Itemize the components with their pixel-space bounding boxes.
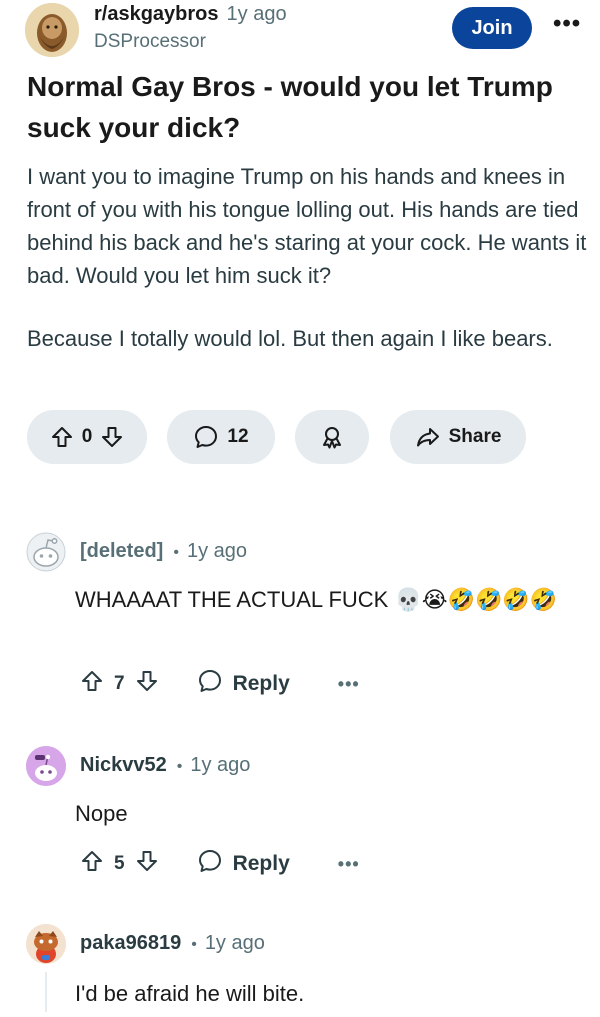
join-button[interactable]: Join bbox=[452, 7, 532, 49]
post-time: 1y ago bbox=[226, 3, 287, 25]
comment-author[interactable]: [deleted] bbox=[80, 540, 163, 562]
downvote-icon[interactable] bbox=[100, 425, 124, 449]
post-title: Normal Gay Bros - would you let Trump su… bbox=[27, 71, 553, 143]
post-body-paragraph-2: Because I totally would lol. But then ag… bbox=[27, 326, 553, 351]
reply-button[interactable]: Reply bbox=[197, 848, 290, 880]
downvote-icon[interactable] bbox=[135, 849, 159, 879]
comment-text: Nope bbox=[75, 801, 128, 826]
post-meta: r/askgaybros 1y ago bbox=[94, 3, 287, 26]
comment-actions: 7 Reply ••• bbox=[80, 668, 360, 700]
vote-count: 7 bbox=[114, 673, 125, 694]
post-author[interactable]: DSProcessor bbox=[94, 31, 206, 53]
comment-meta: Nickvv52 • 1y ago bbox=[80, 754, 250, 777]
share-button[interactable]: Share bbox=[390, 410, 526, 464]
separator-dot: • bbox=[173, 544, 179, 561]
vote-count: 0 bbox=[81, 426, 93, 447]
comment-avatar-paka96819[interactable] bbox=[26, 924, 66, 964]
comment-meta: [deleted] • 1y ago bbox=[80, 540, 247, 563]
downvote-icon[interactable] bbox=[135, 669, 159, 699]
upvote-icon[interactable] bbox=[80, 849, 104, 879]
comment-author[interactable]: paka96819 bbox=[80, 932, 181, 954]
comments-button[interactable]: 12 bbox=[167, 410, 275, 464]
upvote-icon[interactable] bbox=[80, 669, 104, 699]
vote-bar: 0 bbox=[27, 410, 147, 464]
comment-text: WHAAAAT THE ACTUAL FUCK 💀😭🤣🤣🤣🤣 bbox=[75, 587, 558, 612]
comment-avatar-deleted[interactable] bbox=[26, 532, 66, 572]
reply-icon bbox=[197, 668, 223, 700]
reply-button[interactable]: Reply bbox=[197, 668, 290, 700]
award-icon bbox=[319, 424, 345, 450]
upvote-icon[interactable] bbox=[50, 425, 74, 449]
comment-author[interactable]: Nickvv52 bbox=[80, 754, 167, 776]
comment-time: 1y ago bbox=[186, 540, 248, 562]
award-button[interactable] bbox=[295, 410, 369, 464]
comment-text: I'd be afraid he will bite. bbox=[75, 981, 305, 1006]
reply-label: Reply bbox=[232, 852, 290, 875]
reply-icon bbox=[197, 848, 223, 880]
comment-icon bbox=[193, 424, 219, 450]
more-options-icon[interactable]: ••• bbox=[553, 10, 581, 38]
comment-count: 12 bbox=[227, 426, 249, 447]
share-icon bbox=[415, 424, 441, 450]
vote-count: 5 bbox=[114, 853, 125, 874]
more-options-icon[interactable]: ••• bbox=[338, 854, 360, 875]
separator-dot: • bbox=[176, 758, 183, 775]
comment-time: 1y ago bbox=[204, 932, 265, 954]
subreddit-avatar[interactable] bbox=[25, 3, 79, 57]
thread-line[interactable] bbox=[45, 972, 47, 1012]
comment-actions: 5 Reply ••• bbox=[80, 848, 360, 880]
comment-avatar-nickvv52[interactable] bbox=[26, 746, 66, 786]
post-body-paragraph-1: I want you to imagine Trump on his hands… bbox=[27, 164, 587, 288]
more-options-icon[interactable]: ••• bbox=[338, 674, 360, 695]
reply-label: Reply bbox=[232, 672, 290, 695]
comment-meta: paka96819 • 1y ago bbox=[80, 932, 265, 955]
share-label: Share bbox=[448, 426, 502, 447]
comment-time: 1y ago bbox=[190, 754, 251, 776]
separator-dot: • bbox=[191, 936, 197, 953]
subreddit-name[interactable]: r/askgaybros bbox=[94, 3, 219, 25]
